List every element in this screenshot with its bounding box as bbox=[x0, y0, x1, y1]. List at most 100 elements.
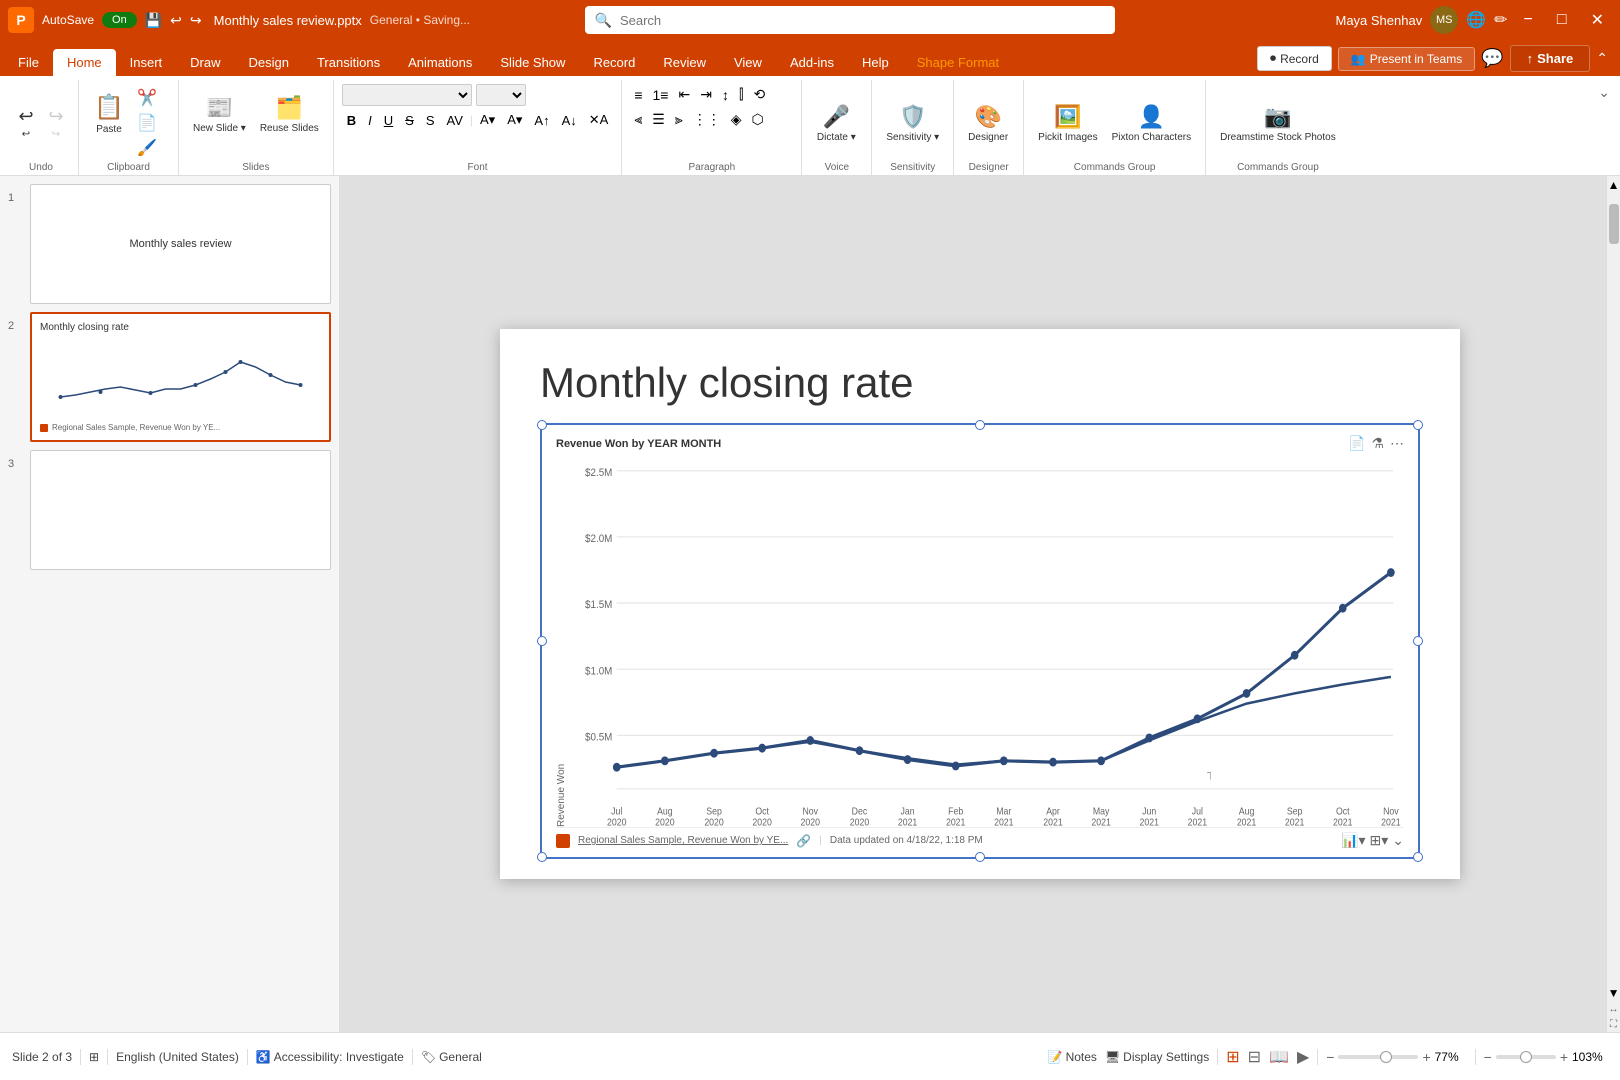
convert-shape-button[interactable]: ⬡ bbox=[748, 109, 768, 130]
slide-thumb-3[interactable] bbox=[30, 450, 331, 570]
accessibility-status[interactable]: ♿ Accessibility: Investigate bbox=[256, 1050, 404, 1064]
highlight-button[interactable]: A▾ bbox=[502, 110, 527, 130]
general-status[interactable]: 🏷 General bbox=[421, 1050, 482, 1064]
justify-button[interactable]: ⋮⋮ bbox=[689, 109, 725, 130]
redo-button[interactable]: ↪ ↪ bbox=[42, 102, 70, 144]
chart-table-view-button[interactable]: ⊞▾ bbox=[1370, 832, 1389, 849]
reuse-slides-button[interactable]: 🗂️ Reuse Slides bbox=[254, 84, 325, 144]
font-size-select[interactable] bbox=[476, 84, 526, 106]
handle-tl[interactable] bbox=[537, 420, 547, 430]
zoom-bottom-track[interactable] bbox=[1496, 1055, 1556, 1059]
undo-button[interactable]: ↩ ↩ bbox=[12, 102, 40, 144]
tab-home[interactable]: Home bbox=[53, 49, 116, 76]
smart-art-button[interactable]: ◈ bbox=[727, 109, 746, 130]
tab-shapeformat[interactable]: Shape Format bbox=[903, 49, 1013, 76]
paste-button[interactable]: 📋 Paste bbox=[87, 84, 131, 144]
designer-button[interactable]: 🎨 Designer bbox=[962, 84, 1014, 162]
slide-sorter-button[interactable]: ⊟ bbox=[1248, 1047, 1261, 1067]
numbering-button[interactable]: 1≡ bbox=[649, 85, 673, 105]
zoom-out-button[interactable]: − bbox=[1326, 1049, 1334, 1065]
comment-button[interactable]: 💬 bbox=[1481, 48, 1503, 69]
present-in-teams-button[interactable]: 👥 Present in Teams bbox=[1338, 47, 1475, 71]
bullets-button[interactable]: ≡ bbox=[630, 85, 646, 105]
tab-view[interactable]: View bbox=[720, 49, 776, 76]
tab-insert[interactable]: Insert bbox=[116, 49, 177, 76]
format-painter-button[interactable]: 🖌️ bbox=[133, 136, 161, 160]
zoom-bottom-level[interactable]: 103% bbox=[1572, 1050, 1608, 1064]
help-icon[interactable]: 🌐 bbox=[1466, 10, 1486, 30]
indent-less-button[interactable]: ⇤ bbox=[674, 84, 694, 105]
reading-view-button[interactable]: 📖 bbox=[1269, 1047, 1289, 1067]
scroll-up-button[interactable]: ▲ bbox=[1606, 176, 1620, 194]
save-icon[interactable]: 💾 bbox=[145, 12, 162, 29]
slideshow-button[interactable]: ▶ bbox=[1297, 1047, 1309, 1067]
close-button[interactable]: ✕ bbox=[1583, 8, 1612, 32]
record-button[interactable]: ⏺ Record bbox=[1257, 46, 1332, 71]
slide-thumb-2[interactable]: Monthly closing rate bbox=[30, 312, 331, 442]
language-status[interactable]: English (United States) bbox=[116, 1050, 239, 1064]
chart-expand-button[interactable]: ⌄ bbox=[1392, 832, 1404, 849]
chart-more-button[interactable]: ⋯ bbox=[1390, 435, 1404, 452]
handle-bc[interactable] bbox=[975, 852, 985, 862]
strikethrough-button[interactable]: S bbox=[400, 111, 419, 130]
share-button[interactable]: ↑ Share bbox=[1510, 45, 1591, 72]
ribbon-expand-button[interactable]: ⌄ bbox=[1592, 80, 1616, 105]
cut-button[interactable]: ✂️ bbox=[133, 86, 161, 110]
tab-design[interactable]: Design bbox=[235, 49, 303, 76]
zoom-level[interactable]: 77% bbox=[1435, 1050, 1467, 1064]
tab-transitions[interactable]: Transitions bbox=[303, 49, 394, 76]
maximize-button[interactable]: □ bbox=[1549, 9, 1575, 31]
notes-button[interactable]: 📝 Notes bbox=[1048, 1050, 1097, 1064]
font-family-select[interactable] bbox=[342, 84, 472, 106]
text-direction-button[interactable]: ⟲ bbox=[749, 84, 769, 105]
ribbon-collapse-button[interactable]: ⌃ bbox=[1596, 50, 1608, 67]
hide-outline-button[interactable]: ⊞ bbox=[89, 1050, 99, 1064]
zoom-track[interactable] bbox=[1338, 1055, 1418, 1059]
copy-button[interactable]: 📄 bbox=[133, 111, 161, 135]
handle-br[interactable] bbox=[1413, 852, 1423, 862]
zoom-bottom-in[interactable]: + bbox=[1560, 1049, 1568, 1065]
char-spacing-button[interactable]: AV bbox=[442, 111, 468, 130]
avatar[interactable]: MS bbox=[1430, 6, 1458, 34]
sensitivity-button[interactable]: 🛡️ Sensitivity ▾ bbox=[880, 84, 945, 162]
slide-title[interactable]: Monthly closing rate bbox=[540, 359, 1420, 407]
shadow-button[interactable]: S bbox=[421, 111, 440, 130]
tab-slideshow[interactable]: Slide Show bbox=[486, 49, 579, 76]
settings-icon[interactable]: ✏ bbox=[1494, 10, 1507, 30]
pickit-images-button[interactable]: 🖼️ Pickit Images bbox=[1032, 84, 1103, 162]
data-link-icon[interactable]: 🔗 bbox=[796, 834, 811, 848]
align-center-button[interactable]: ☰ bbox=[648, 109, 669, 130]
zoom-bottom-out[interactable]: − bbox=[1484, 1049, 1492, 1065]
tab-review[interactable]: Review bbox=[649, 49, 720, 76]
search-input[interactable] bbox=[620, 13, 1105, 28]
indent-more-button[interactable]: ⇥ bbox=[696, 84, 716, 105]
handle-mr[interactable] bbox=[1413, 636, 1423, 646]
tab-draw[interactable]: Draw bbox=[176, 49, 234, 76]
italic-button[interactable]: I bbox=[363, 111, 377, 130]
zoom-in-button[interactable]: + bbox=[1422, 1049, 1430, 1065]
redo-title-icon[interactable]: ↪ bbox=[190, 12, 202, 29]
chart-container[interactable]: Revenue Won by YEAR MONTH 📄 ⚗ ⋯ Revenue … bbox=[540, 423, 1420, 859]
tab-help[interactable]: Help bbox=[848, 49, 903, 76]
tab-file[interactable]: File bbox=[4, 49, 53, 76]
handle-tr[interactable] bbox=[1413, 420, 1423, 430]
tab-record[interactable]: Record bbox=[579, 49, 649, 76]
handle-ml[interactable] bbox=[537, 636, 547, 646]
fit-width-button[interactable]: ↔ bbox=[1607, 1002, 1620, 1017]
increase-font-button[interactable]: A↑ bbox=[529, 111, 554, 130]
line-spacing-button[interactable]: ↕ bbox=[718, 85, 733, 105]
slide-item-3[interactable]: 3 bbox=[8, 450, 331, 570]
display-settings-button[interactable]: 🖥 Display Settings bbox=[1105, 1050, 1209, 1064]
pixton-button[interactable]: 👤 Pixton Characters bbox=[1106, 84, 1197, 162]
columns-button[interactable]: ⫿ bbox=[735, 84, 747, 105]
decrease-font-button[interactable]: A↓ bbox=[557, 111, 582, 130]
chart-copy-button[interactable]: 📄 bbox=[1348, 435, 1365, 452]
dictate-button[interactable]: 🎤 Dictate ▾ bbox=[810, 84, 862, 162]
tab-addins[interactable]: Add-ins bbox=[776, 49, 848, 76]
handle-tc[interactable] bbox=[975, 420, 985, 430]
chart-filter-button[interactable]: ⚗ bbox=[1371, 435, 1384, 452]
new-slide-button[interactable]: 📰 New Slide ▾ bbox=[187, 84, 252, 144]
handle-bl[interactable] bbox=[537, 852, 547, 862]
slide-thumb-1[interactable]: Monthly sales review bbox=[30, 184, 331, 304]
align-right-button[interactable]: ⫸ bbox=[671, 109, 687, 130]
